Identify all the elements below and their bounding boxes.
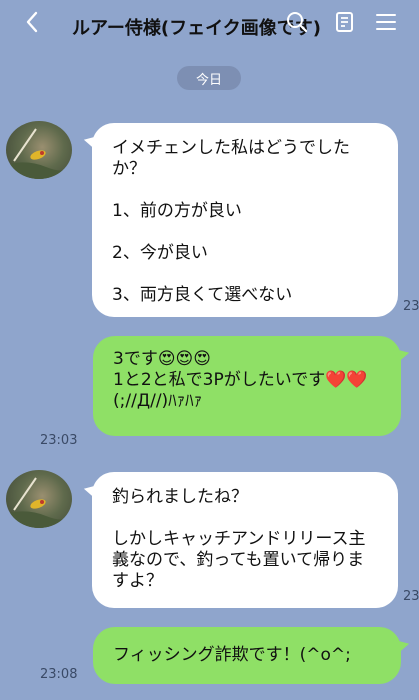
chat-header: ルアー侍様(フェイク画像です): [0, 0, 419, 48]
chat-title: ルアー侍様(フェイク画像です): [72, 18, 322, 39]
search-icon[interactable]: [285, 10, 309, 34]
chevron-left-icon[interactable]: [18, 8, 46, 36]
avatar[interactable]: [6, 121, 72, 179]
menu-icon[interactable]: [374, 10, 398, 34]
message-time: 23: [403, 299, 419, 314]
message-bubble-outgoing: 3です😍😍😍 1と2と私で3Pがしたいです❤️❤️ (;//Д//)ﾊｧﾊｧ: [93, 336, 401, 436]
date-divider: 今日: [177, 66, 241, 90]
message-time: 23: [403, 589, 419, 604]
message-bubble-outgoing: フィッシング詐欺です！(^o^;: [93, 627, 401, 684]
message-time: 23:03: [40, 433, 78, 448]
message-bubble-incoming: 釣られましたね？ しかしキャッチアンドリリース主義なので、釣っても置いて帰ります…: [92, 472, 398, 608]
avatar[interactable]: [6, 470, 72, 528]
message-time: 23:08: [40, 667, 78, 682]
notes-icon[interactable]: [333, 10, 357, 34]
message-bubble-incoming: イメチェンした私はどうでしたか？ 1、前の方が良い 2、今が良い 3、両方良くて…: [92, 123, 398, 317]
